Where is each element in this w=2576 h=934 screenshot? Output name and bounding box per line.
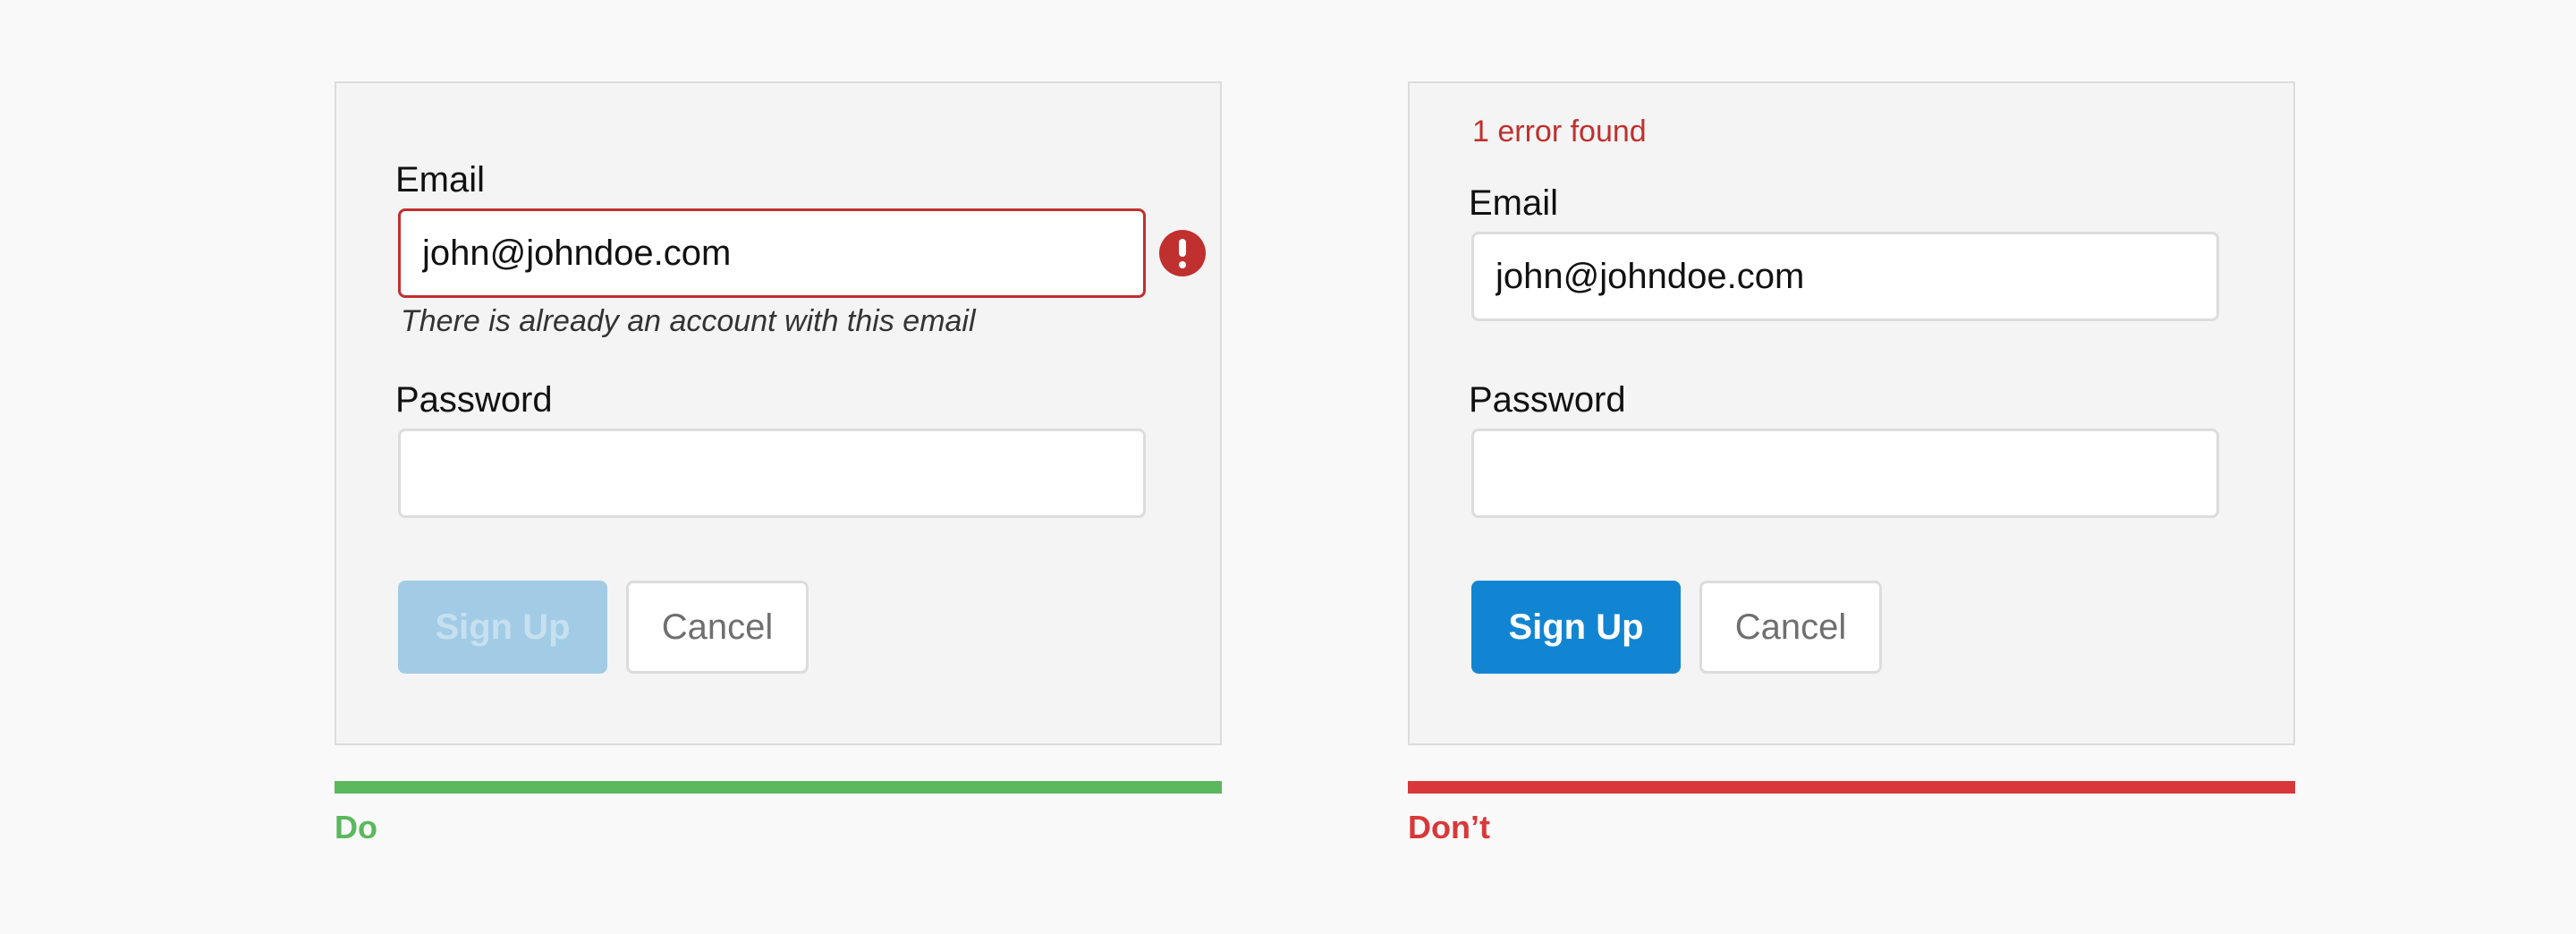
dont-example: 1 error found Email Password Sign Up Can… (1408, 81, 2295, 847)
cancel-button[interactable]: Cancel (626, 581, 809, 674)
signup-button[interactable]: Sign Up (1471, 581, 1681, 674)
dont-indicator-bar (1408, 781, 2295, 794)
error-summary: 1 error found (1472, 115, 1647, 149)
signup-form-panel: 1 error found Email Password Sign Up Can… (1408, 81, 2295, 745)
do-indicator-bar (335, 781, 1222, 794)
password-input[interactable] (1471, 429, 2219, 518)
signup-button[interactable]: Sign Up (398, 581, 607, 674)
dont-label: Don’t (1408, 809, 1490, 845)
password-label: Password (1469, 380, 1626, 420)
signup-form-panel: Email There is already an account with t… (335, 81, 1222, 745)
cancel-button[interactable]: Cancel (1699, 581, 1882, 674)
email-label: Email (395, 160, 486, 200)
do-example: Email There is already an account with t… (335, 81, 1222, 847)
email-label: Email (1469, 183, 1559, 223)
password-input[interactable] (398, 429, 1146, 518)
email-input[interactable] (1471, 232, 2219, 321)
email-input[interactable] (398, 208, 1146, 298)
exclamation-circle-icon (1159, 230, 1206, 276)
do-label: Do (335, 809, 377, 845)
email-error-message: There is already an account with this em… (401, 304, 976, 338)
password-label: Password (395, 380, 553, 420)
